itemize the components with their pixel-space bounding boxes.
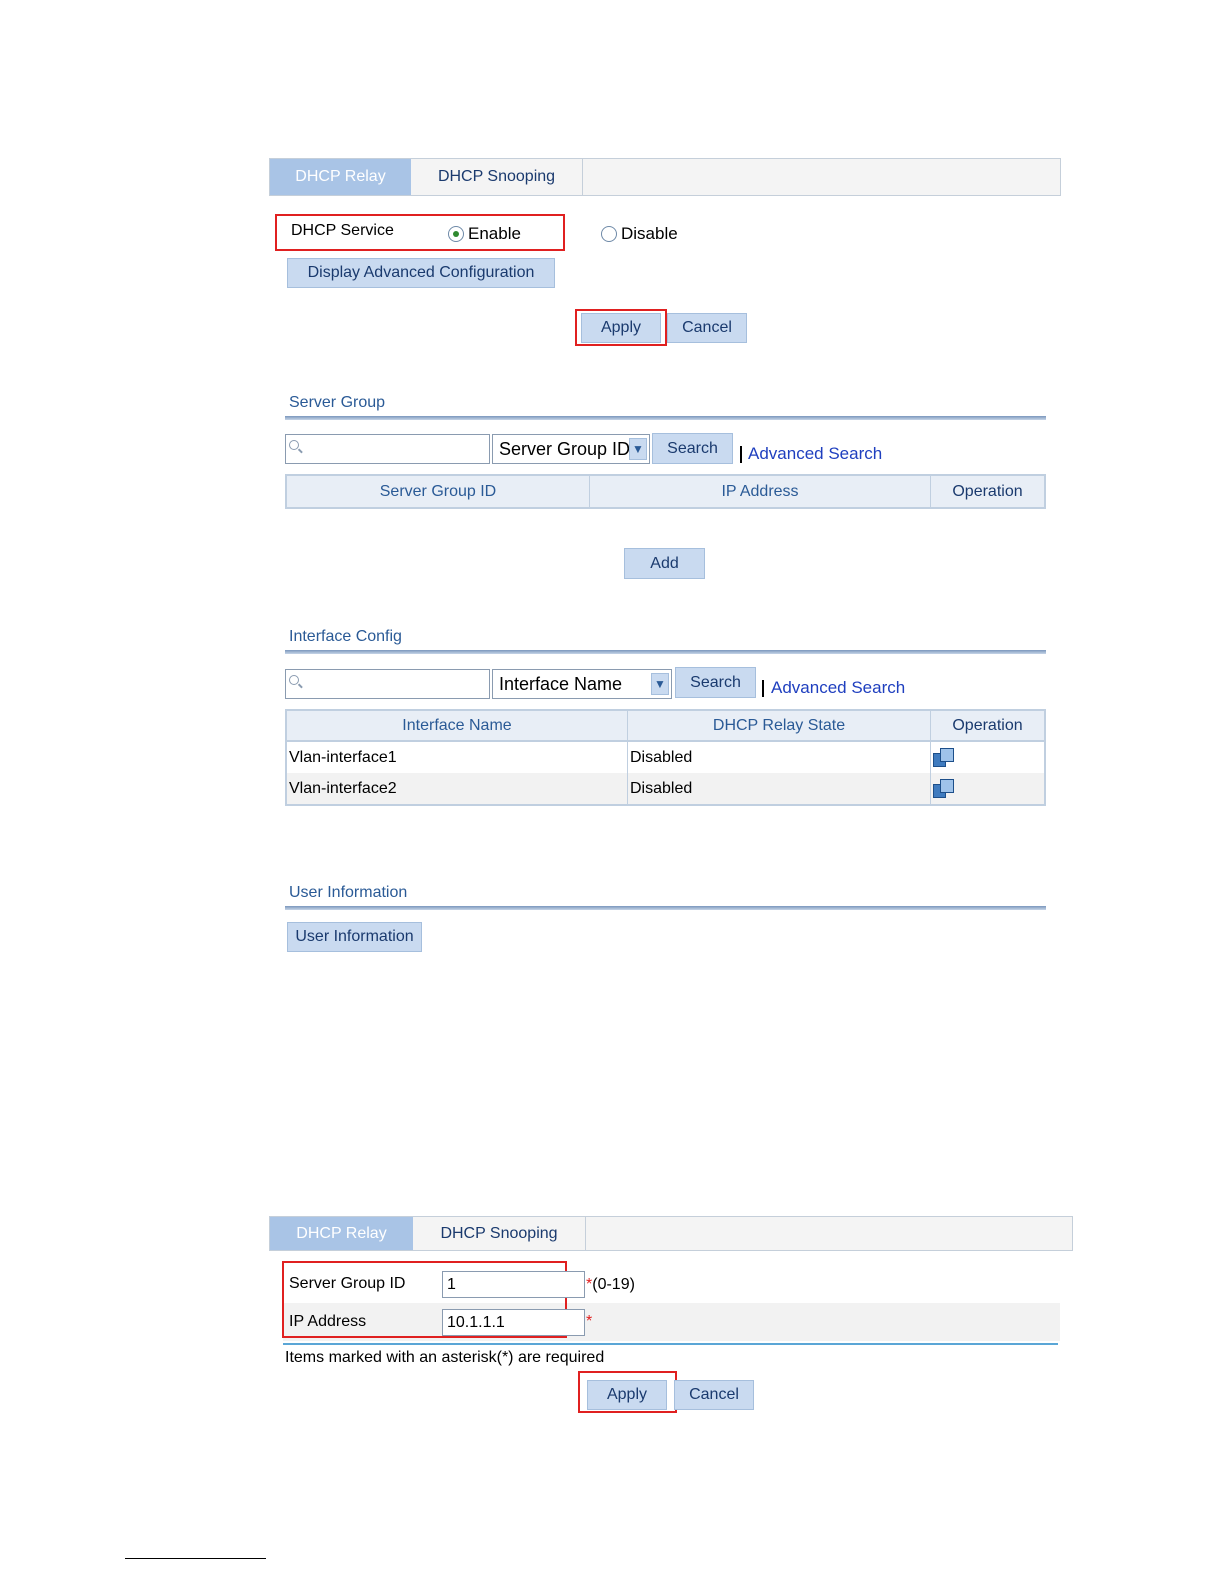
server-group-id-hint-wrap: * (0-19) xyxy=(586,1276,635,1294)
enable-radio-group[interactable]: Enable xyxy=(448,224,521,244)
chevron-down-icon[interactable]: ▼ xyxy=(629,438,647,460)
server-group-id-range-hint: (0-19) xyxy=(592,1276,635,1293)
cancel-button[interactable]: Cancel xyxy=(667,313,747,343)
interface-advanced-search-link[interactable]: Advanced Search xyxy=(771,678,905,698)
display-advanced-configuration-button[interactable]: Display Advanced Configuration xyxy=(287,258,555,288)
server-group-rule xyxy=(285,416,1046,420)
server-group-search-field-select[interactable]: Server Group ID ▼ xyxy=(492,434,650,464)
interface-config-rule xyxy=(285,650,1046,654)
divider xyxy=(740,446,742,463)
interface-search-input[interactable] xyxy=(285,669,490,699)
tab-bar: DHCP Relay DHCP Snooping xyxy=(269,1216,1073,1251)
interface-name-cell: Vlan-interface2 xyxy=(287,773,628,804)
form-bottom-rule xyxy=(283,1343,1058,1345)
interface-table-header: Interface Name DHCP Relay State Operatio… xyxy=(285,709,1046,742)
ip-address-hint-wrap: * xyxy=(586,1313,592,1331)
col-dhcp-relay-state[interactable]: DHCP Relay State xyxy=(628,711,931,740)
required-note: Items marked with an asterisk(*) are req… xyxy=(285,1349,605,1366)
apply-button[interactable]: Apply xyxy=(587,1380,667,1410)
table-row: Vlan-interface1 Disabled xyxy=(287,742,1044,773)
footnote-rule xyxy=(125,1558,266,1559)
select-value: Server Group ID xyxy=(499,438,631,459)
enable-radio[interactable] xyxy=(448,226,464,242)
interface-config-title: Interface Config xyxy=(289,628,402,645)
operation-cell xyxy=(931,773,1044,804)
server-group-id-field[interactable]: 1 xyxy=(442,1271,585,1298)
enable-label: Enable xyxy=(468,224,521,243)
server-group-table-header: Server Group ID IP Address Operation xyxy=(285,474,1046,509)
disable-label: Disable xyxy=(621,224,678,243)
disable-radio-group[interactable]: Disable xyxy=(601,224,678,244)
tab-bar: DHCP Relay DHCP Snooping xyxy=(269,158,1061,196)
server-group-search-input[interactable] xyxy=(285,434,490,464)
tab-dhcp-relay[interactable]: DHCP Relay xyxy=(270,1217,413,1250)
server-group-search-button[interactable]: Search xyxy=(652,433,733,464)
search-icon xyxy=(289,675,299,685)
server-group-id-label: Server Group ID xyxy=(289,1275,406,1292)
tab-dhcp-relay[interactable]: DHCP Relay xyxy=(270,159,411,195)
ip-address-field[interactable]: 10.1.1.1 xyxy=(442,1309,585,1336)
col-operation: Operation xyxy=(952,716,1023,734)
cancel-button[interactable]: Cancel xyxy=(674,1380,754,1410)
ip-address-label: IP Address xyxy=(289,1313,367,1330)
server-group-title: Server Group xyxy=(289,394,386,411)
tab-dhcp-snooping[interactable]: DHCP Snooping xyxy=(411,159,583,195)
server-group-advanced-search-link[interactable]: Advanced Search xyxy=(748,444,882,464)
edit-config-icon[interactable] xyxy=(933,778,955,799)
col-operation: Operation xyxy=(952,482,1023,500)
col-ip-address[interactable]: IP Address xyxy=(590,476,931,507)
search-icon xyxy=(289,440,299,450)
divider xyxy=(762,680,764,697)
user-information-rule xyxy=(285,906,1046,910)
operation-cell xyxy=(931,742,1044,773)
interface-name-cell: Vlan-interface1 xyxy=(287,742,628,773)
user-information-title: User Information xyxy=(289,884,408,901)
table-row: Vlan-interface2 Disabled xyxy=(287,773,1044,804)
relay-state-cell: Disabled xyxy=(628,742,931,773)
disable-radio[interactable] xyxy=(601,226,617,242)
interface-search-button[interactable]: Search xyxy=(675,667,756,698)
add-button[interactable]: Add xyxy=(624,548,705,579)
relay-state-cell: Disabled xyxy=(628,773,931,804)
chevron-down-icon[interactable]: ▼ xyxy=(651,673,669,695)
select-value: Interface Name xyxy=(499,673,623,694)
interface-search-field-select[interactable]: Interface Name ▼ xyxy=(492,669,672,699)
interface-table-body: Vlan-interface1 Disabled Vlan-interface2… xyxy=(285,742,1046,806)
apply-button[interactable]: Apply xyxy=(581,313,661,343)
col-interface-name[interactable]: Interface Name xyxy=(287,711,628,740)
tab-dhcp-snooping[interactable]: DHCP Snooping xyxy=(413,1217,586,1250)
edit-config-icon[interactable] xyxy=(933,747,955,768)
required-asterisk: * xyxy=(586,1313,593,1330)
user-information-button[interactable]: User Information xyxy=(287,922,422,952)
dhcp-service-label: DHCP Service xyxy=(291,222,394,239)
col-server-group-id[interactable]: Server Group ID xyxy=(287,476,590,507)
